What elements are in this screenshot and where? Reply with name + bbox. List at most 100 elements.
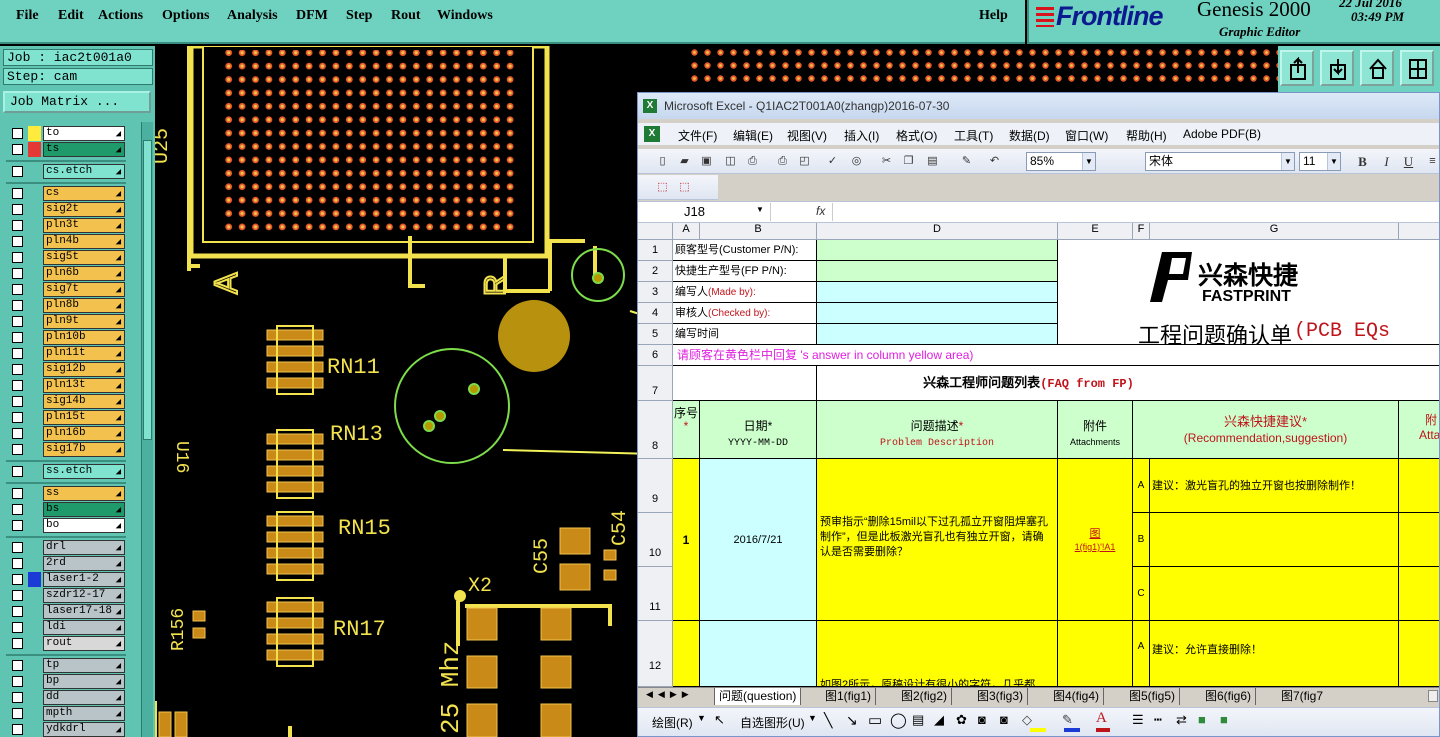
sheet-nav-arrows[interactable]: ◀◀▶▶ [646,689,694,700]
name-box[interactable]: J18 [644,203,771,221]
layer-checkbox[interactable] [12,692,23,703]
layer-row[interactable]: cs.etch ◢ [6,164,126,179]
pdf-convert-icon[interactable]: ⬚ [654,179,671,196]
layer-checkbox[interactable] [12,558,23,569]
sheet-tab-fig6[interactable]: 图6(fig6) [1201,688,1257,705]
align-left-icon[interactable]: ≡ [1424,153,1439,170]
layer-checkbox[interactable] [12,204,23,215]
layer-name[interactable]: pln4b ◢ [43,234,125,249]
layer-checkbox[interactable] [12,660,23,671]
layer-row[interactable]: bp ◢ [6,674,126,689]
row-header-7[interactable]: 7 [638,366,673,401]
layer-name[interactable]: drl ◢ [43,540,125,555]
print-icon[interactable]: ⎙ [774,153,791,170]
layer-row[interactable]: pln9t ◢ [6,314,126,329]
row-header-8[interactable]: 8 [638,401,673,459]
sheet-tab-fig1[interactable]: 图1(fig1) [821,688,877,705]
cell-q1-attach2-c[interactable] [1399,567,1439,621]
menu-analysis[interactable]: Analysis [227,8,278,24]
layer-checkbox[interactable] [12,412,23,423]
excel-menu-window[interactable]: 窗口(W) [1065,127,1108,144]
bold-icon[interactable]: B [1354,153,1371,170]
save-icon[interactable]: ▣ [698,153,715,170]
layer-name[interactable]: ts ◢ [43,142,125,157]
hdr-seq[interactable]: 序号 * [673,401,700,459]
menu-step[interactable]: Step [346,8,372,24]
layer-row[interactable]: drl ◢ [6,540,126,555]
arrow-style-icon[interactable]: ⇄ [1176,712,1187,728]
row-header-1[interactable]: 1 [638,240,673,261]
scrollbar-thumb[interactable] [143,140,152,440]
menu-help[interactable]: Help [979,8,1008,24]
cell-q1-suggest-b[interactable] [1150,513,1399,567]
layer-name[interactable]: sig17b ◢ [43,442,125,457]
permission-icon[interactable]: ◫ [722,153,739,170]
cell-q1-attach2-b[interactable] [1399,513,1439,567]
underline-icon[interactable]: U [1400,153,1417,170]
zoom-select[interactable]: 85% ▼ [1026,152,1096,171]
layer-checkbox[interactable] [12,380,23,391]
q1-attach-cn[interactable]: 图 [1090,528,1101,540]
sheet-tab-fig5[interactable]: 图5(fig5) [1125,688,1181,705]
layer-row[interactable]: ss.etch ◢ [6,464,126,479]
cell-q1-suggest-c[interactable] [1150,567,1399,621]
layer-row[interactable]: pln8b ◢ [6,298,126,313]
excel-menu-edit[interactable]: 编辑(E) [733,127,773,144]
excel-menu-tools[interactable]: 工具(T) [954,127,993,144]
preview-icon[interactable]: ◰ [796,153,813,170]
layer-checkbox[interactable] [12,574,23,585]
cell-fp-pn-value[interactable] [817,261,1058,282]
sheet-tab-fig7[interactable]: 图7(fig7 [1277,688,1327,705]
autoshape-menu[interactable]: 自选图形(U) [740,714,805,731]
rectangle-icon[interactable]: ▭ [868,711,882,729]
layer-checkbox[interactable] [12,606,23,617]
print-preview-icon[interactable]: ⎙ [744,153,761,170]
layer-checkbox[interactable] [12,220,23,231]
menu-rout[interactable]: Rout [391,8,421,24]
sheet-tab-fig3[interactable]: 图3(fig3) [973,688,1029,705]
cell-q2-desc[interactable]: 如图2所示，原稿设计有很小的字符，几乎都 [817,621,1058,687]
row-header-4[interactable]: 4 [638,303,673,324]
layer-row[interactable]: sig7t ◢ [6,282,126,297]
col-header-d[interactable]: D [817,223,1058,240]
new-file-icon[interactable]: ▯ [654,153,671,170]
layer-row[interactable]: laser17-18 ◢ [6,604,126,619]
layer-name[interactable]: pln16b ◢ [43,426,125,441]
diagram-icon[interactable]: ✿ [956,712,967,728]
layer-row[interactable]: laser1-2 ◢ [6,572,126,587]
cell-faq-title[interactable]: 兴森工程师问题列表(FAQ from FP) [817,366,1439,401]
layer-name[interactable]: pln8b ◢ [43,298,125,313]
draw-menu[interactable]: 绘图(R) [652,714,693,731]
layer-row[interactable]: pln6b ◢ [6,266,126,281]
menu-dfm[interactable]: DFM [296,8,328,24]
font-size-select[interactable]: 11 ▼ [1299,152,1341,171]
layer-name[interactable]: ss.etch ◢ [43,464,125,479]
layer-name[interactable]: pln9t ◢ [43,314,125,329]
layer-row[interactable]: 2rd ◢ [6,556,126,571]
shadow-icon[interactable]: ■ [1198,712,1206,727]
layer-row[interactable]: ss ◢ [6,486,126,501]
layer-row[interactable]: ydkdrl ◢ [6,722,126,737]
menu-windows[interactable]: Windows [437,8,493,24]
pdf-attach-icon[interactable]: ⬚ [676,179,693,196]
layer-checkbox[interactable] [12,348,23,359]
cell-checked-by-label[interactable]: 审核人(Checked by): [673,303,817,324]
cell-q2-opt-a[interactable]: A [1133,621,1150,687]
sheet-tab-question[interactable]: 问题(question) [714,688,802,705]
select-all-corner[interactable] [638,223,673,240]
layer-name[interactable]: tp ◢ [43,658,125,673]
chevron-down-icon[interactable]: ▼ [1327,153,1340,170]
sheet-tab-fig4[interactable]: 图4(fig4) [1049,688,1105,705]
cell-write-time-label[interactable]: 编写时间 [673,324,817,345]
layer-name[interactable]: pln6b ◢ [43,266,125,281]
chevron-down-icon[interactable]: ▼ [697,713,706,723]
cell-q1-attach2-a[interactable] [1399,459,1439,513]
layer-row[interactable]: pln3t ◢ [6,218,126,233]
menu-edit[interactable]: Edit [58,8,84,24]
layer-name[interactable]: laser17-18 ◢ [43,604,125,619]
layer-name[interactable]: pln3t ◢ [43,218,125,233]
col-header-g[interactable]: G [1150,223,1399,240]
col-header-b[interactable]: B [700,223,817,240]
layer-row[interactable]: pln15t ◢ [6,410,126,425]
layer-row[interactable]: mpth ◢ [6,706,126,721]
